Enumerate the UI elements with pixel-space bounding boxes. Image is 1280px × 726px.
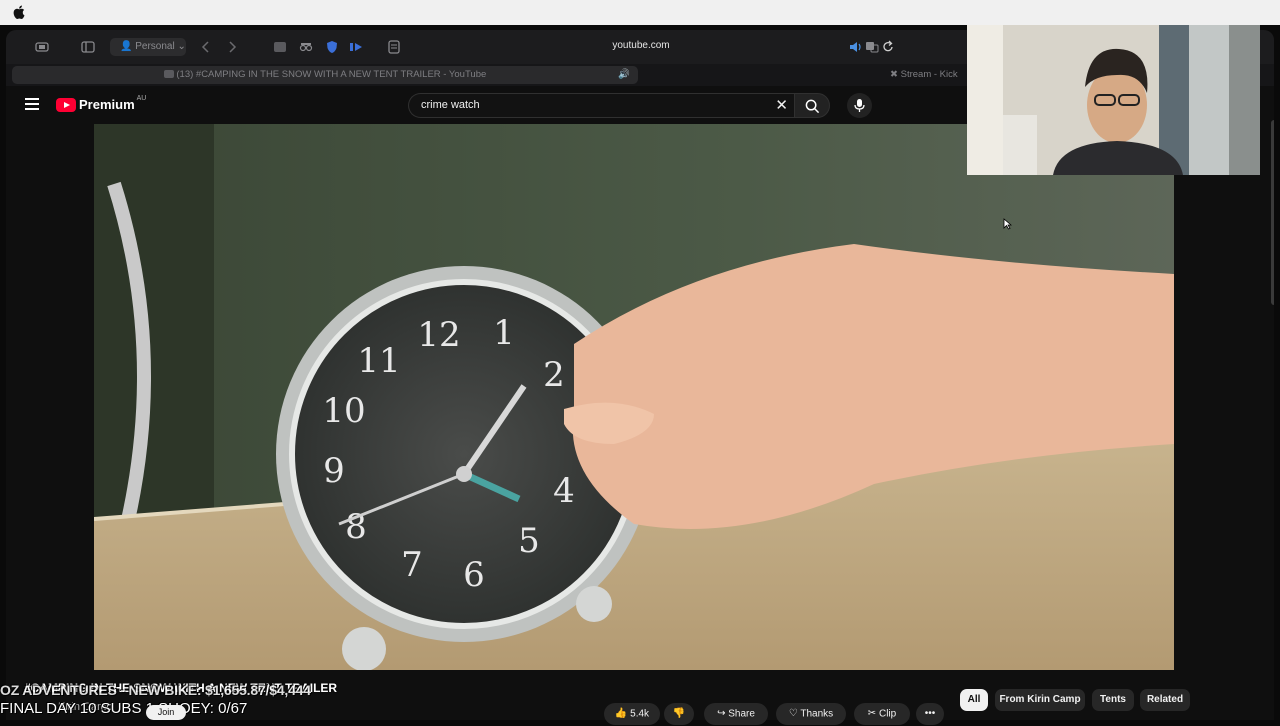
join-button[interactable]: Join (146, 705, 186, 720)
profile-button[interactable]: 👤 Personal ⌄ (110, 38, 186, 56)
svg-text:5: 5 (518, 521, 540, 561)
video-frame: 12 11 10 9 8 7 6 5 4 2 1 (94, 124, 1174, 670)
share-label: Share (728, 708, 755, 720)
sidebar-toggle-icon[interactable] (80, 39, 96, 55)
svg-text:7: 7 (401, 545, 423, 585)
person-icon: 👤 (120, 41, 133, 52)
thumbs-down-icon: 👎 (672, 708, 686, 719)
dislike-button[interactable]: 👎 (664, 703, 694, 725)
webcam-overlay (967, 25, 1260, 175)
extension-icon[interactable] (272, 39, 288, 55)
video-info-bar: #CAMPING IN THE SNOW WITH A NEW TENT TRA… (0, 676, 1280, 725)
youtube-logo[interactable]: Premium AU (56, 95, 147, 112)
search-box[interactable]: crime watch ✕ (408, 93, 794, 118)
thanks-heart-icon: ♡ (788, 708, 798, 719)
share-button[interactable]: ↪ Share (704, 703, 768, 725)
search-icon (805, 99, 820, 114)
video-player[interactable]: 12 11 10 9 8 7 6 5 4 2 1 (94, 124, 1174, 670)
speaker-icon[interactable] (848, 39, 864, 55)
youtube-play-icon (56, 97, 76, 112)
stream-overlay-goal: OZ ADVENTURES - NEW BIKE: $1,655.87/$4,4… (0, 682, 311, 698)
tab-favicon-icon (163, 70, 174, 79)
tab-youtube[interactable]: (13) #CAMPING IN THE SNOW WITH A NEW TEN… (12, 66, 638, 84)
chevron-down-icon: ⌄ (177, 41, 186, 52)
clip-label: Clip (878, 708, 897, 720)
page-scrollbar[interactable] (1271, 120, 1274, 305)
kick-favicon-icon: ✖ (890, 69, 898, 80)
thanks-label: Thanks (800, 708, 834, 720)
apple-menu-icon[interactable] (13, 5, 25, 19)
shield-icon[interactable] (324, 39, 340, 55)
profile-label: Personal (135, 41, 175, 52)
logo-text: Premium (79, 97, 135, 112)
like-button[interactable]: 👍 5.4k (604, 703, 660, 725)
clear-search-icon[interactable]: ✕ (775, 98, 788, 113)
svg-text:9: 9 (323, 451, 345, 491)
scissors-icon: ✂ (867, 708, 877, 719)
more-actions-icon[interactable]: ••• (916, 703, 944, 725)
chip-all[interactable]: All (960, 689, 988, 711)
thumbs-up-icon: 👍 (614, 708, 628, 719)
reader-icon[interactable] (386, 39, 402, 55)
thanks-button[interactable]: ♡ Thanks (776, 703, 846, 725)
share-icon: ↪ (717, 708, 726, 719)
like-count: 5.4k (630, 708, 650, 720)
back-icon[interactable] (198, 39, 214, 55)
stream-overlay-subs: FINAL DAY 10 SUBS 1 SHOEY: 0/67 (0, 700, 248, 717)
svg-text:6: 6 (463, 555, 485, 595)
svg-text:4: 4 (553, 471, 575, 511)
tab-overview-icon[interactable] (34, 39, 50, 55)
svg-text:2: 2 (543, 355, 565, 395)
svg-text:1: 1 (493, 313, 515, 353)
region-code: AU (136, 95, 147, 102)
forward-icon[interactable] (224, 39, 240, 55)
translate-icon[interactable] (864, 39, 880, 55)
chip-related[interactable]: Related (1140, 689, 1190, 711)
webcam-frame (967, 25, 1260, 175)
clip-button[interactable]: ✂ Clip (854, 703, 910, 725)
tab-label: (13) #CAMPING IN THE SNOW WITH A NEW TEN… (176, 69, 487, 80)
incognito-icon[interactable] (298, 39, 314, 55)
chip-tents[interactable]: Tents (1092, 689, 1134, 711)
reload-icon[interactable] (880, 39, 896, 55)
media-extension-icon[interactable] (348, 39, 364, 55)
mouse-cursor-icon (1003, 217, 1013, 235)
svg-text:10: 10 (322, 391, 365, 431)
macos-menu-bar (0, 0, 1280, 25)
search-input[interactable]: crime watch (421, 99, 480, 111)
menu-icon[interactable] (25, 98, 39, 110)
voice-search-button[interactable] (847, 93, 872, 118)
tab-audio-icon[interactable]: 🔊 (618, 66, 632, 84)
tab-kick[interactable]: ✖ Stream - Kick (890, 66, 970, 84)
tab-label: Stream - Kick (900, 69, 958, 80)
search-button[interactable] (794, 93, 830, 118)
svg-text:12: 12 (417, 315, 460, 355)
microphone-icon (854, 99, 865, 112)
address-bar[interactable]: youtube.com (566, 40, 716, 51)
svg-text:11: 11 (357, 341, 400, 381)
chip-from-channel[interactable]: From Kirin Camp (995, 689, 1085, 711)
